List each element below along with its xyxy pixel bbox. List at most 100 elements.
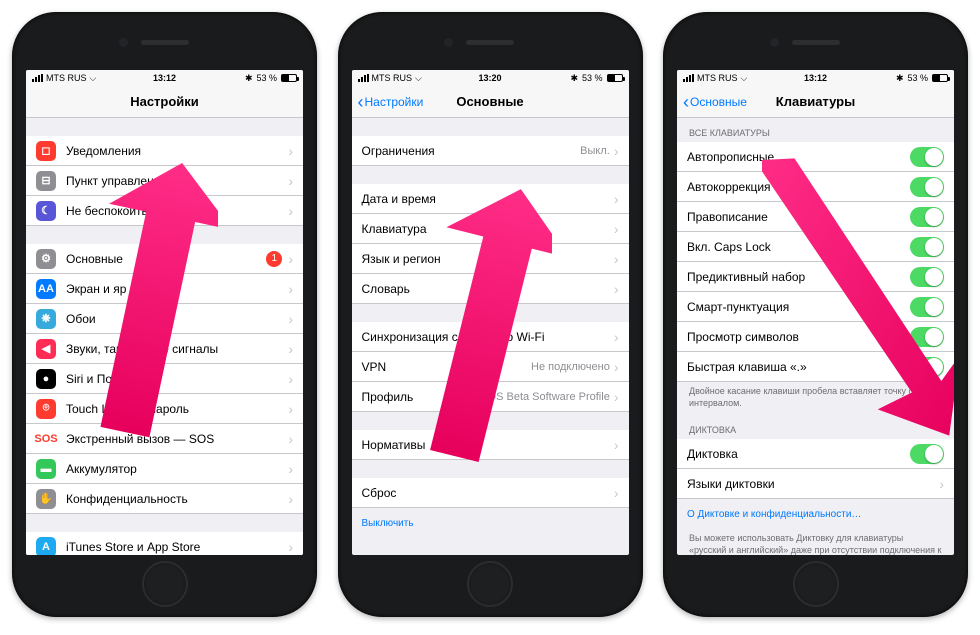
list-item[interactable]: Смарт-пунктуация <box>677 292 954 322</box>
row-label: Уведомления <box>66 144 288 158</box>
row-label: Быстрая клавиша «.» <box>687 360 910 374</box>
list-item[interactable]: Правописание <box>677 202 954 232</box>
list-item[interactable]: Автокоррекция <box>677 172 954 202</box>
bluetooth-icon: ✱ <box>896 73 904 84</box>
toggle-switch[interactable] <box>910 267 944 287</box>
toggle-switch[interactable] <box>910 237 944 257</box>
chevron-right-icon: › <box>614 437 619 453</box>
home-button[interactable] <box>467 561 513 607</box>
list-item[interactable]: ОграниченияВыкл.› <box>352 136 629 166</box>
back-button[interactable]: ‹Настройки <box>358 86 424 118</box>
list-item[interactable]: ◻Уведомления› <box>26 136 303 166</box>
toggle-switch[interactable] <box>910 177 944 197</box>
list-item[interactable]: Просмотр символов <box>677 322 954 352</box>
list-item[interactable]: ✋Конфиденциальность› <box>26 484 303 514</box>
list-item[interactable]: ❋Обои› <box>26 304 303 334</box>
row-label: Touch ID и код-пароль <box>66 402 288 416</box>
phone-1: MTS RUS⌵ 13:12 ✱53 % Настройки ◻Уведомле… <box>12 12 317 617</box>
list-item[interactable]: ⚙Основные1› <box>26 244 303 274</box>
toggle-switch[interactable] <box>910 444 944 464</box>
toggle-switch[interactable] <box>910 327 944 347</box>
app-icon: ● <box>36 369 56 389</box>
chevron-right-icon: › <box>288 431 293 447</box>
list-item[interactable]: Синхронизация с iTunes по Wi-Fi› <box>352 322 629 352</box>
row-label: Правописание <box>687 210 910 224</box>
list-item[interactable]: Язык и регион› <box>352 244 629 274</box>
list-item[interactable]: ⌾Touch ID и код-пароль› <box>26 394 303 424</box>
chevron-right-icon: › <box>614 485 619 501</box>
list-item[interactable]: ▬Аккумулятор› <box>26 454 303 484</box>
row-label: Экстренный вызов — SOS <box>66 432 288 446</box>
clock: 13:20 <box>478 73 501 83</box>
list-item[interactable]: SOS Экстренный вызов — SOS› <box>26 424 303 454</box>
row-label: Siri и Поиск <box>66 372 288 386</box>
list-item[interactable]: Словарь› <box>352 274 629 304</box>
general-list[interactable]: ОграниченияВыкл.› Дата и время›Клавиатура… <box>352 118 629 555</box>
row-label: Диктовка <box>687 447 910 461</box>
row-label: Звуки, тактильные сигналы <box>66 342 288 356</box>
back-label: Основные <box>690 95 747 109</box>
app-icon: ◻ <box>36 141 56 161</box>
row-label: Пункт управления <box>66 174 288 188</box>
list-item[interactable]: Сброс› <box>352 478 629 508</box>
signal-icon <box>358 74 369 82</box>
home-button[interactable] <box>793 561 839 607</box>
list-item[interactable]: Дата и время› <box>352 184 629 214</box>
toggle-switch[interactable] <box>910 297 944 317</box>
list-item[interactable]: Быстрая клавиша «.» <box>677 352 954 382</box>
chevron-right-icon: › <box>288 491 293 507</box>
list-item[interactable]: AiTunes Store и App Store› <box>26 532 303 555</box>
app-icon: A <box>36 537 56 556</box>
chevron-right-icon: › <box>614 191 619 207</box>
list-item[interactable]: ⊟Пункт управления› <box>26 166 303 196</box>
page-title: Клавиатуры <box>776 94 855 109</box>
carrier: MTS RUS <box>697 73 738 83</box>
list-item[interactable]: Вкл. Caps Lock <box>677 232 954 262</box>
status-bar: MTS RUS⌵ 13:12 ✱53 % <box>677 70 954 86</box>
row-label: VPN <box>362 360 532 374</box>
list-item[interactable]: AAЭкран и яр› <box>26 274 303 304</box>
app-icon: SOS <box>36 429 56 449</box>
list-item[interactable]: Языки диктовки› <box>677 469 954 499</box>
row-label: Профиль <box>362 390 486 404</box>
list-item[interactable]: Автопрописные <box>677 142 954 172</box>
settings-list[interactable]: ◻Уведомления›⊟Пункт управления›☾Не беспо… <box>26 118 303 555</box>
chevron-right-icon: › <box>614 389 619 405</box>
list-item[interactable]: Предиктивный набор <box>677 262 954 292</box>
row-detail: iOS Beta Software Profile <box>485 391 610 403</box>
list-item[interactable]: Выключить <box>352 508 629 538</box>
keyboards-list[interactable]: ВСЕ КЛАВИАТУРЫАвтопрописныеАвтокоррекция… <box>677 118 954 555</box>
toggle-switch[interactable] <box>910 207 944 227</box>
carrier: MTS RUS <box>372 73 413 83</box>
row-label: Вкл. Caps Lock <box>687 240 910 254</box>
list-item[interactable]: ПрофильiOS Beta Software Profile › <box>352 382 629 412</box>
list-item[interactable]: Нормативы› <box>352 430 629 460</box>
row-label: Языки диктовки <box>687 477 939 491</box>
list-item[interactable]: Диктовка <box>677 439 954 469</box>
clock: 13:12 <box>153 73 176 83</box>
privacy-link[interactable]: О Диктовке и конфиденциальности… <box>677 499 954 529</box>
back-button[interactable]: ‹Основные <box>683 86 747 118</box>
row-label: Обои <box>66 312 288 326</box>
badge: 1 <box>266 251 282 267</box>
toggle-switch[interactable] <box>910 147 944 167</box>
navbar: ‹Основные Клавиатуры <box>677 86 954 118</box>
chevron-right-icon: › <box>288 173 293 189</box>
toggle-switch[interactable] <box>910 357 944 377</box>
signal-icon <box>32 74 43 82</box>
app-icon: ◀ <box>36 339 56 359</box>
app-icon: ✋ <box>36 489 56 509</box>
list-item[interactable]: ● Siri и Поиск› <box>26 364 303 394</box>
list-item[interactable]: VPNНе подключено› <box>352 352 629 382</box>
home-button[interactable] <box>142 561 188 607</box>
status-bar: MTS RUS⌵ 13:12 ✱53 % <box>26 70 303 86</box>
list-item[interactable]: ◀Звуки, тактильные сигналы› <box>26 334 303 364</box>
chevron-right-icon: › <box>288 371 293 387</box>
signal-icon <box>683 74 694 82</box>
chevron-right-icon: › <box>614 359 619 375</box>
chevron-right-icon: › <box>288 539 293 555</box>
wifi-icon: ⌵ <box>741 73 748 84</box>
list-item[interactable]: ☾Не беспокоить› <box>26 196 303 226</box>
wifi-icon: ⌵ <box>90 73 97 84</box>
list-item[interactable]: Клавиатура› <box>352 214 629 244</box>
